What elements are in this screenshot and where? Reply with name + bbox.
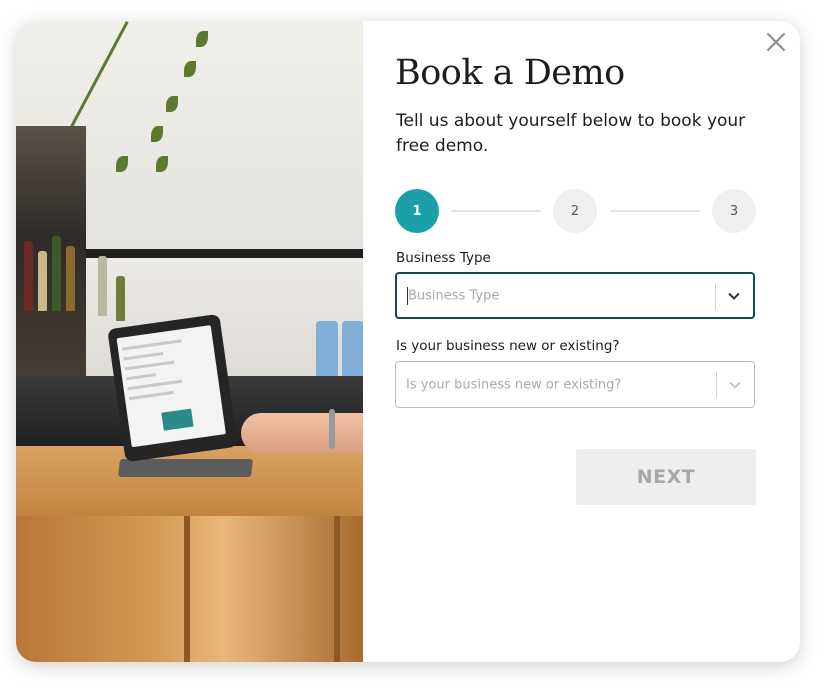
dialog-subtitle: Tell us about yourself below to book you… <box>396 111 746 156</box>
business-status-placeholder: Is your business new or existing? <box>406 377 622 392</box>
close-icon[interactable] <box>764 30 788 54</box>
step-connector <box>451 210 541 212</box>
step-1: 1 <box>395 189 439 233</box>
book-demo-modal: Book a Demo Tell us about yourself below… <box>16 21 800 662</box>
select-separator <box>715 284 716 310</box>
business-status-select[interactable]: Is your business new or existing? <box>395 361 755 408</box>
select-separator <box>716 372 717 398</box>
chevron-down-icon[interactable] <box>726 288 742 304</box>
business-status-label: Is your business new or existing? <box>396 338 620 354</box>
business-type-label: Business Type <box>396 250 491 266</box>
progress-stepper: 1 2 3 <box>395 189 756 233</box>
dialog-title: Book a Demo <box>395 53 625 93</box>
business-type-select[interactable]: Business Type <box>395 272 755 319</box>
step-2: 2 <box>553 189 597 233</box>
pos-tablet <box>107 313 238 463</box>
step-connector <box>610 210 700 212</box>
step-3: 3 <box>712 189 756 233</box>
hero-photo <box>16 21 363 662</box>
next-button[interactable]: NEXT <box>576 449 756 505</box>
chevron-down-icon[interactable] <box>727 377 743 393</box>
business-type-placeholder: Business Type <box>408 288 500 303</box>
